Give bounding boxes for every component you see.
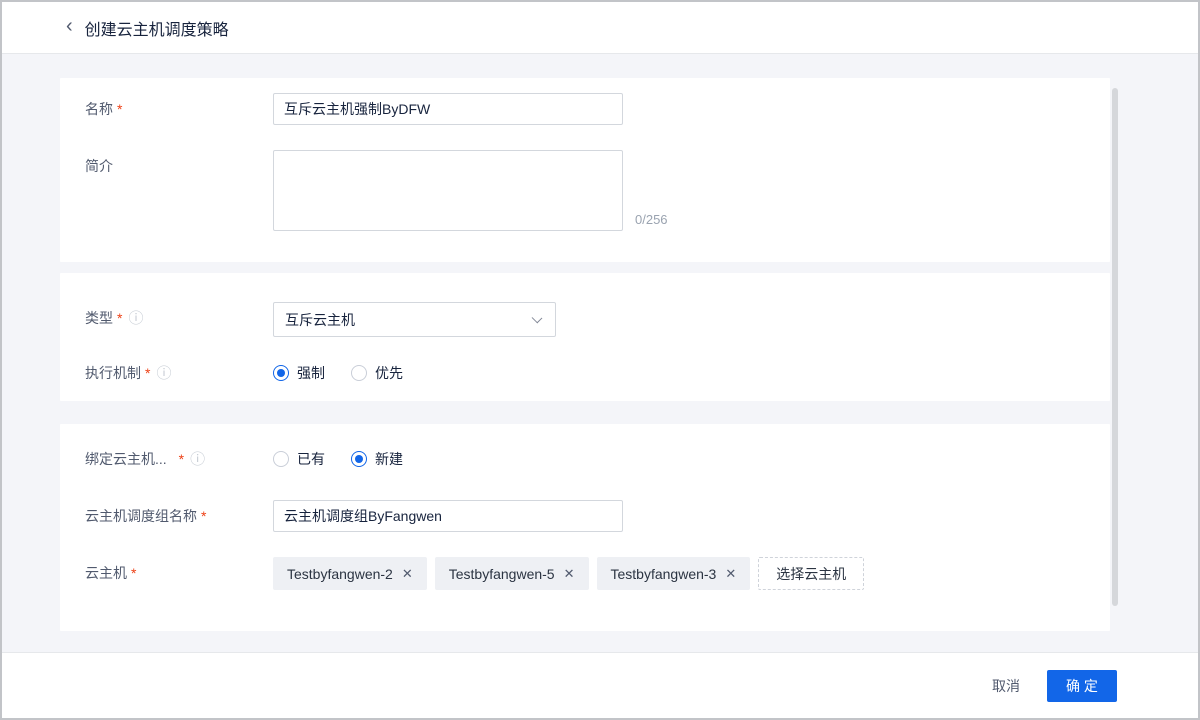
- intro-textarea[interactable]: [273, 150, 623, 231]
- radio-label: 强制: [297, 363, 325, 383]
- form-row-type: 类型 * ⓘ 互斥云主机: [85, 302, 1110, 337]
- form-row-bind-group: 绑定云主机... * ⓘ 已有 新建: [85, 443, 1110, 475]
- radio-option-mandatory[interactable]: 强制: [273, 363, 325, 383]
- name-input[interactable]: [273, 93, 623, 125]
- hosts-label-text: 云主机: [85, 557, 127, 589]
- radio-option-priority[interactable]: 优先: [351, 363, 403, 383]
- intro-label: 简介: [85, 150, 273, 182]
- name-label-text: 名称: [85, 93, 113, 125]
- form-row-name: 名称 *: [85, 93, 1110, 125]
- required-asterisk: *: [201, 500, 206, 532]
- host-tag: Testbyfangwen-5 ✕: [435, 557, 589, 590]
- radio-unchecked-icon: [351, 365, 367, 381]
- group-name-label: 云主机调度组名称 *: [85, 500, 273, 532]
- host-tag-label: Testbyfangwen-5: [449, 566, 555, 582]
- form-row-mechanism: 执行机制 * ⓘ 强制 优先: [85, 357, 1110, 389]
- form-row-group-name: 云主机调度组名称 *: [85, 500, 1110, 532]
- close-icon[interactable]: ✕: [564, 567, 575, 580]
- bind-group-card: 绑定云主机... * ⓘ 已有 新建 云主机调度组名称 *: [60, 424, 1110, 631]
- bind-group-label: 绑定云主机... * ⓘ: [85, 443, 273, 475]
- char-counter: 0/256: [635, 212, 668, 227]
- back-icon[interactable]: ‹: [66, 16, 73, 39]
- radio-label: 优先: [375, 363, 403, 383]
- radio-unchecked-icon: [273, 451, 289, 467]
- info-icon[interactable]: ⓘ: [128, 311, 143, 326]
- radio-checked-icon: [273, 365, 289, 381]
- intro-textarea-wrap: 0/256: [273, 150, 623, 231]
- info-icon[interactable]: ⓘ: [156, 366, 171, 381]
- host-tag: Testbyfangwen-2 ✕: [273, 557, 427, 590]
- footer-bar: 取消 确 定: [2, 652, 1198, 718]
- bind-group-radio-group: 已有 新建: [273, 443, 429, 475]
- create-scheduling-policy-page: ‹ 创建云主机调度策略 名称 * 简介 0/256 类型 *: [0, 0, 1200, 720]
- group-name-input[interactable]: [273, 500, 623, 532]
- required-asterisk: *: [117, 93, 122, 125]
- required-asterisk: *: [145, 357, 150, 389]
- vertical-scrollbar[interactable]: [1112, 88, 1118, 606]
- host-tag-label: Testbyfangwen-2: [287, 566, 393, 582]
- name-label: 名称 *: [85, 93, 273, 125]
- mechanism-radio-group: 强制 优先: [273, 357, 429, 389]
- cancel-button[interactable]: 取消: [988, 670, 1024, 702]
- type-label: 类型 * ⓘ: [85, 302, 273, 334]
- intro-label-text: 简介: [85, 150, 113, 182]
- radio-option-new[interactable]: 新建: [351, 449, 403, 469]
- page-header: ‹ 创建云主机调度策略: [2, 2, 1198, 54]
- mechanism-label: 执行机制 * ⓘ: [85, 357, 273, 389]
- radio-label: 新建: [375, 449, 403, 469]
- type-label-text: 类型: [85, 302, 113, 334]
- basic-info-card: 名称 * 简介 0/256: [60, 78, 1110, 262]
- form-row-intro: 简介 0/256: [85, 150, 1110, 231]
- hosts-label: 云主机 *: [85, 557, 273, 589]
- close-icon[interactable]: ✕: [402, 567, 413, 580]
- required-asterisk: *: [131, 557, 136, 589]
- type-card: 类型 * ⓘ 互斥云主机 执行机制 * ⓘ 强制: [60, 273, 1110, 401]
- select-hosts-button[interactable]: 选择云主机: [758, 557, 864, 590]
- page-title: 创建云主机调度策略: [85, 16, 229, 40]
- type-select-value: 互斥云主机: [285, 310, 355, 330]
- host-tag-label: Testbyfangwen-3: [611, 566, 717, 582]
- host-tags: Testbyfangwen-2 ✕ Testbyfangwen-5 ✕ Test…: [273, 557, 864, 590]
- host-tag: Testbyfangwen-3 ✕: [597, 557, 751, 590]
- close-icon[interactable]: ✕: [725, 567, 736, 580]
- radio-checked-icon: [351, 451, 367, 467]
- chevron-down-icon: [532, 313, 543, 324]
- required-asterisk: *: [117, 302, 122, 334]
- mechanism-label-text: 执行机制: [85, 357, 141, 389]
- confirm-button[interactable]: 确 定: [1047, 670, 1117, 702]
- type-select[interactable]: 互斥云主机: [273, 302, 556, 337]
- bind-group-label-text: 绑定云主机...: [85, 443, 167, 475]
- info-icon[interactable]: ⓘ: [190, 452, 205, 467]
- form-row-hosts: 云主机 * Testbyfangwen-2 ✕ Testbyfangwen-5 …: [85, 557, 1110, 590]
- radio-option-existing[interactable]: 已有: [273, 449, 325, 469]
- radio-label: 已有: [297, 449, 325, 469]
- group-name-label-text: 云主机调度组名称: [85, 500, 197, 532]
- required-asterisk: *: [179, 443, 184, 475]
